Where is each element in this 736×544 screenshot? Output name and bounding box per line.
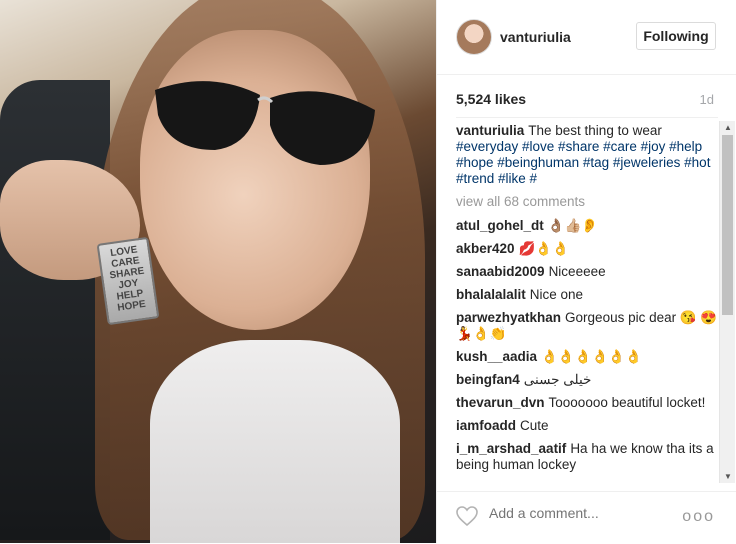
- comment-username[interactable]: akber420: [456, 241, 515, 256]
- comment-username[interactable]: bhalalalalit: [456, 287, 526, 302]
- likes-count[interactable]: 5,524 likes: [456, 91, 526, 107]
- scrollbar-thumb[interactable]: [722, 135, 733, 315]
- pendant-tag: LOVE CARE SHARE JOY HELP HOPE: [96, 236, 160, 326]
- comment-text: 👌🏽👍🏼👂: [547, 218, 599, 233]
- more-options-button[interactable]: ooo: [682, 508, 715, 526]
- list-item: sanaabid2009 Niceeeee: [456, 264, 718, 280]
- comment-text: Tooooooo beautiful locket!: [548, 395, 706, 410]
- username[interactable]: vanturiulia: [500, 29, 571, 45]
- shirt: [150, 340, 400, 543]
- divider: [456, 117, 718, 118]
- comment-text: 💋👌👌: [518, 241, 569, 256]
- caption-text: The best thing to wear: [528, 123, 662, 138]
- avatar[interactable]: [456, 19, 492, 55]
- post-header: vanturiulia Following: [437, 0, 736, 75]
- list-item: parwezhyatkhan Gorgeous pic dear 😘 😍💃👌👏: [456, 310, 718, 342]
- comments-list: vanturiulia The best thing to wear #every…: [456, 123, 718, 483]
- list-item: iamfoadd Cute: [456, 418, 718, 434]
- caption-username[interactable]: vanturiulia: [456, 123, 524, 138]
- list-item: akber420 💋👌👌: [456, 241, 718, 257]
- view-all-comments-link[interactable]: view all 68 comments: [456, 194, 718, 210]
- following-button[interactable]: Following: [636, 22, 716, 50]
- list-item: i_m_arshad_aatif Ha ha we know tha its a …: [456, 441, 718, 473]
- comment-username[interactable]: sanaabid2009: [456, 264, 545, 279]
- comment-text: 👌👌👌👌👌👌: [541, 349, 642, 364]
- sunglasses-icon: [155, 81, 375, 165]
- add-comment-input[interactable]: [487, 504, 671, 522]
- list-item: bhalalalalit Nice one: [456, 287, 718, 303]
- list-item: atul_gohel_dt 👌🏽👍🏼👂: [456, 218, 718, 234]
- comment-text: Niceeeee: [548, 264, 606, 279]
- comment-username[interactable]: kush__aadia: [456, 349, 537, 364]
- comment-username[interactable]: iamfoadd: [456, 418, 516, 433]
- scroll-up-icon[interactable]: ▲: [724, 123, 732, 132]
- comment-text: Nice one: [529, 287, 584, 302]
- list-item: thevarun_dvn Tooooooo beautiful locket!: [456, 395, 718, 411]
- comment-text: خیلی جسنی: [523, 372, 592, 387]
- heart-icon[interactable]: [455, 504, 479, 528]
- post-photo[interactable]: LOVE CARE SHARE JOY HELP HOPE: [0, 0, 436, 543]
- post-side-panel: vanturiulia Following 5,524 likes 1d van…: [436, 0, 736, 543]
- comment-username[interactable]: beingfan4: [456, 372, 520, 387]
- caption-tags[interactable]: #everyday #love #share #care #joy #help …: [456, 139, 710, 186]
- comment-username[interactable]: parwezhyatkhan: [456, 310, 561, 325]
- comment-text: Cute: [520, 418, 549, 433]
- scroll-down-icon[interactable]: ▼: [724, 472, 732, 481]
- post-footer: ooo: [437, 491, 736, 544]
- comments-scrollbar[interactable]: ▲ ▼: [719, 121, 735, 483]
- caption: vanturiulia The best thing to wear #every…: [456, 123, 718, 187]
- comment-username[interactable]: thevarun_dvn: [456, 395, 545, 410]
- comment-username[interactable]: i_m_arshad_aatif: [456, 441, 566, 456]
- list-item: beingfan4 خیلی جسنی: [456, 372, 718, 388]
- list-item: kush__aadia 👌👌👌👌👌👌: [456, 349, 718, 365]
- post-time[interactable]: 1d: [700, 92, 714, 107]
- comment-username[interactable]: atul_gohel_dt: [456, 218, 544, 233]
- car-seat: [0, 80, 110, 540]
